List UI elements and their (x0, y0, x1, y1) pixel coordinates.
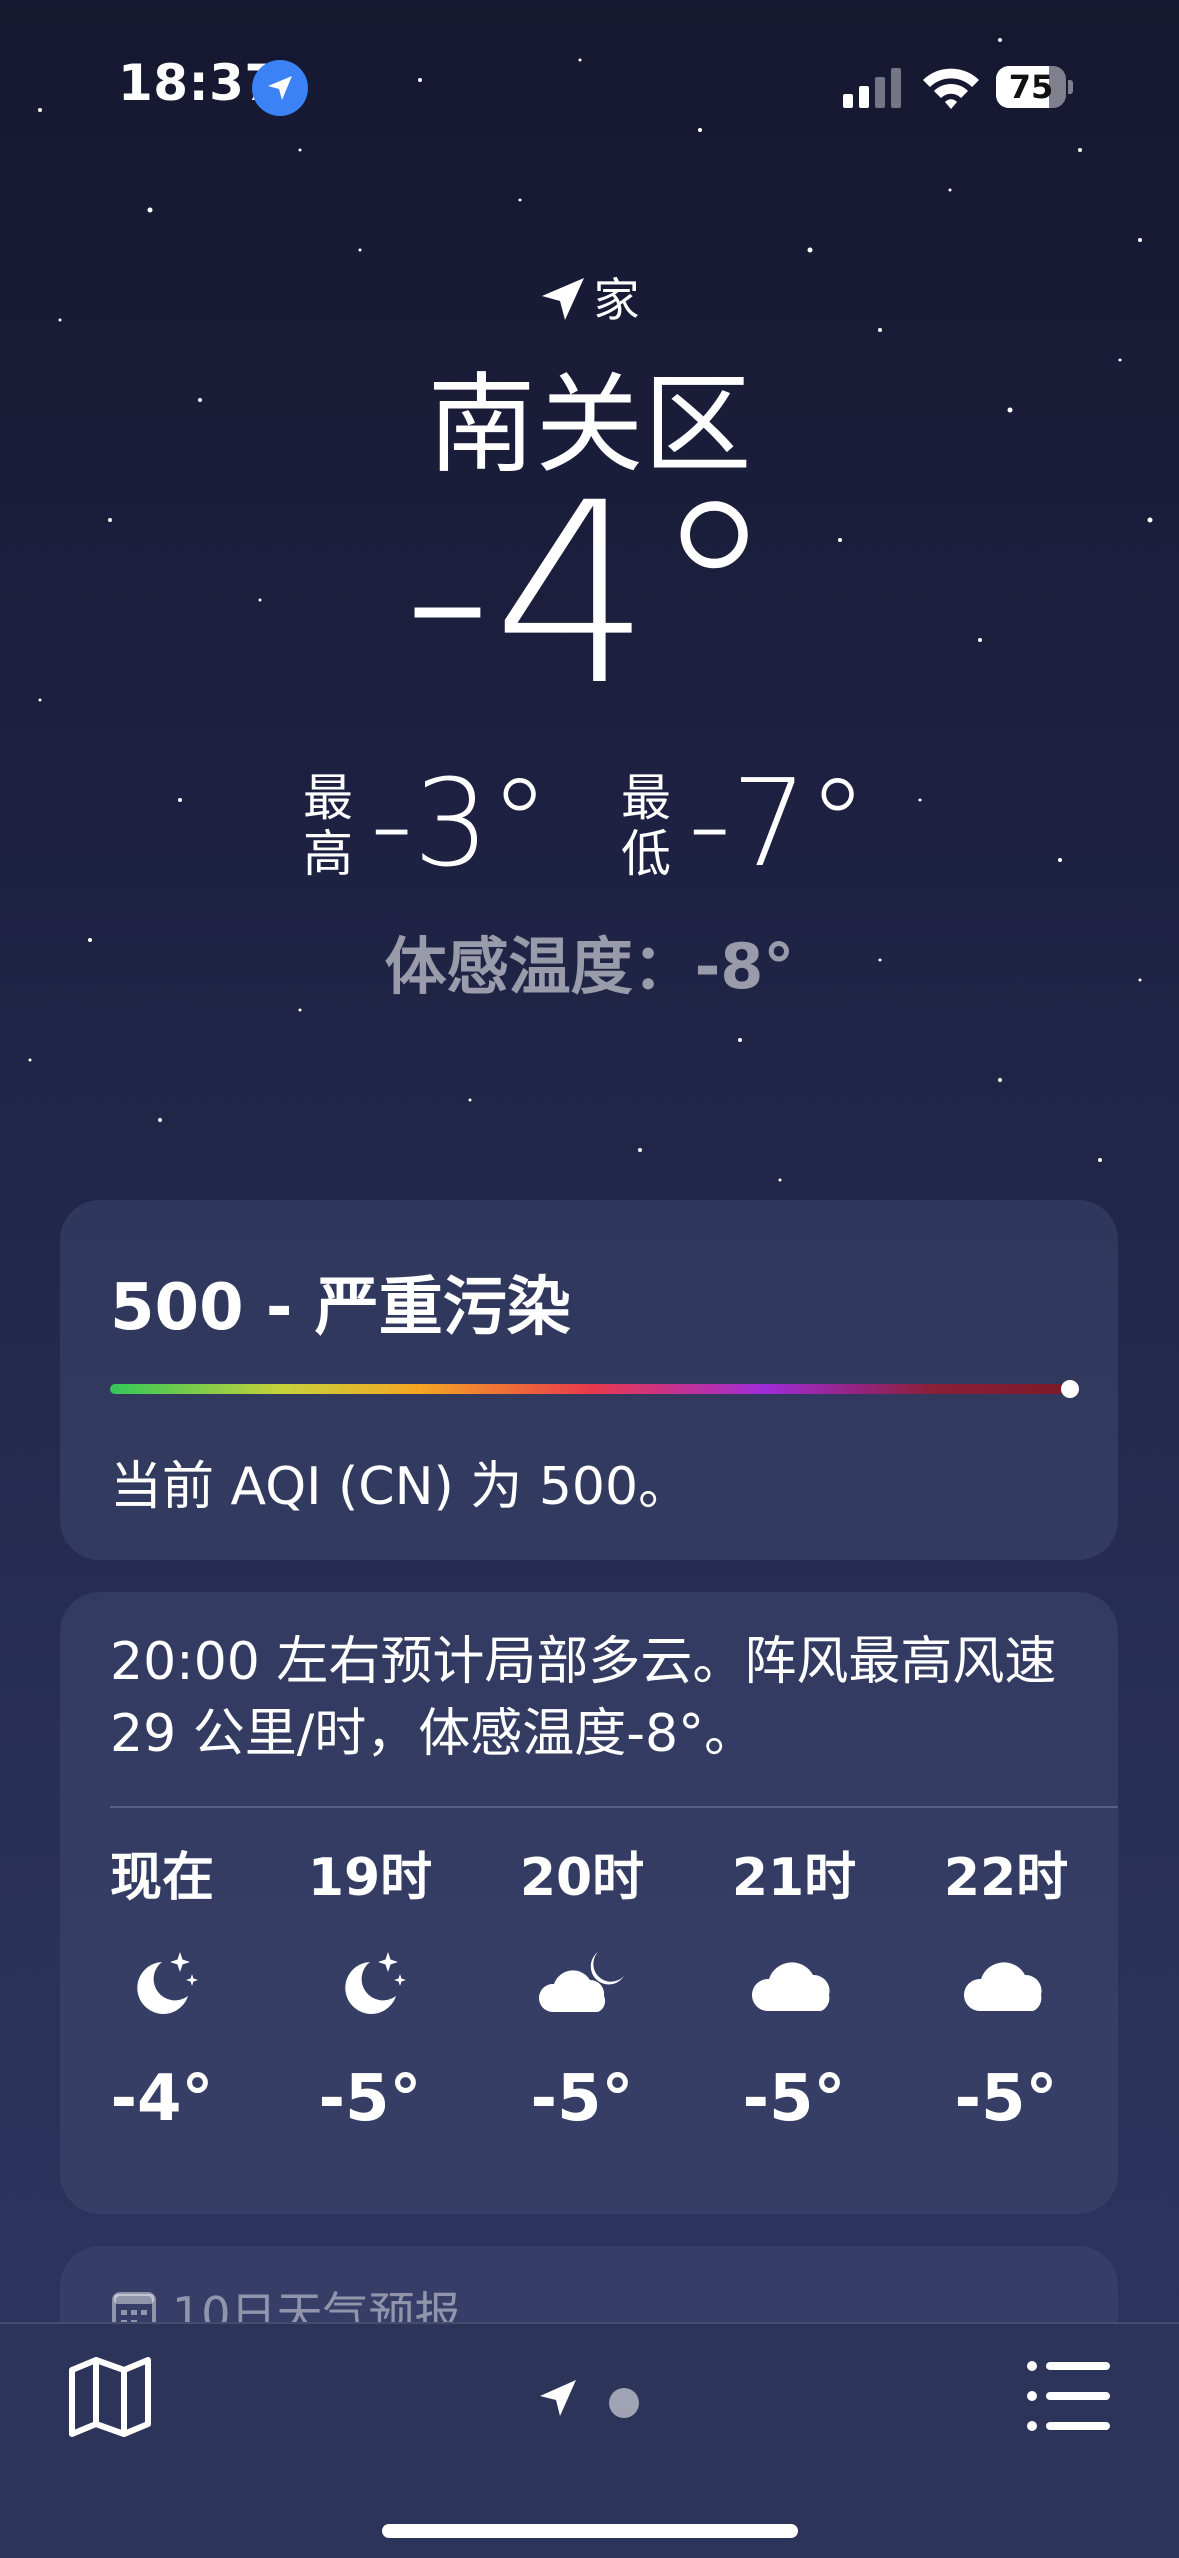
wifi-icon (923, 68, 979, 109)
aqi-description: 当前 AQI (CN) 为 500。 (110, 1457, 691, 1517)
high-low-row: 最高 -3° 最低 -7° (0, 760, 1179, 890)
page-dot[interactable] (609, 2388, 639, 2418)
cloud-moon-icon (482, 1914, 682, 2054)
divider (110, 1806, 1118, 1808)
location-icon (252, 60, 308, 116)
status-bar: 18:37 75 (0, 0, 1179, 150)
hour-item: 22时 -5° (906, 1842, 1106, 2144)
battery-percent: 75 (1008, 68, 1054, 106)
location-arrow-icon[interactable] (538, 2378, 578, 2418)
cloud-icon (694, 1914, 894, 2054)
moon-stars-icon (270, 1914, 470, 2054)
low-label: 最低 (621, 769, 671, 883)
hour-label: 19时 (307, 1848, 433, 1908)
hour-item: 20时 -5° (482, 1842, 682, 2144)
hour-temp: -4° (110, 2062, 214, 2136)
hour-label: 22时 (943, 1848, 1069, 1908)
hour-label: 现在 (109, 1848, 214, 1908)
current-temp: -4° (402, 449, 777, 740)
hour-temp: -5° (954, 2062, 1058, 2136)
list-icon[interactable] (1026, 2356, 1112, 2436)
hour-temp: -5° (742, 2062, 846, 2136)
cloud-icon (906, 1914, 1106, 2054)
moon-stars-icon (62, 1914, 262, 2054)
high-temp: -3° (370, 755, 550, 894)
home-indicator[interactable] (382, 2524, 798, 2538)
bottom-toolbar (0, 2322, 1179, 2558)
aqi-title: 500 - 严重污染 (110, 1271, 571, 1345)
low-temp: -7° (688, 755, 868, 894)
hour-item: 19时 -5° (270, 1842, 470, 2144)
aqi-level-marker (1061, 1380, 1079, 1398)
home-location-row: 家 (0, 264, 1179, 330)
aqi-scale-bar (110, 1384, 1074, 1394)
high-label: 最高 (303, 769, 353, 883)
aqi-card[interactable]: 500 - 严重污染 当前 AQI (CN) 为 500。 (60, 1200, 1118, 1560)
location-arrow-icon (541, 278, 584, 320)
hourly-forecast-card[interactable]: 20:00 左右预计局部多云。阵风最高风速 29 公里/时，体感温度-8°。 现… (60, 1592, 1118, 2214)
hour-temp: -5° (530, 2062, 634, 2136)
hour-label: 21时 (731, 1848, 857, 1908)
signal-icon (843, 68, 901, 108)
hour-temp: -5° (318, 2062, 422, 2136)
hour-label: 20时 (519, 1848, 645, 1908)
feels-like: 体感温度：-8° (384, 930, 795, 1003)
hour-item: 21时 -5° (694, 1842, 894, 2144)
forecast-summary: 20:00 左右预计局部多云。阵风最高风速 29 公里/时，体感温度-8°。 (110, 1632, 1057, 1764)
map-icon[interactable] (68, 2354, 152, 2438)
hour-item: 现在 -4° (62, 1842, 262, 2144)
battery-icon: 75 (996, 66, 1073, 108)
home-label: 家 (593, 273, 640, 327)
